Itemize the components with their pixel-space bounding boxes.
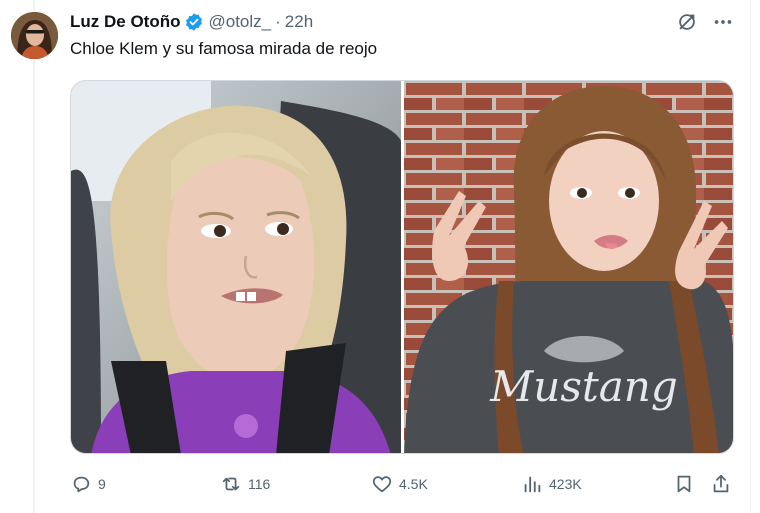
like-count: 4.5K	[399, 476, 428, 492]
repost-count: 116	[248, 476, 271, 492]
tweet[interactable]: Luz De Otoño @otolz_ · 22h Chloe Klem y …	[0, 0, 760, 513]
avatar-image	[11, 12, 58, 59]
reply-icon	[73, 476, 90, 493]
grok-icon[interactable]	[676, 11, 698, 33]
more-icon[interactable]	[712, 11, 734, 33]
media-grid: Mustang	[70, 80, 734, 454]
avatar[interactable]	[11, 12, 58, 59]
timestamp[interactable]: 22h	[285, 12, 313, 32]
verified-badge-icon	[186, 13, 203, 31]
repost-icon	[222, 477, 240, 491]
like-button[interactable]: 4.5K	[371, 472, 428, 496]
photo-left-image	[71, 81, 401, 453]
reply-count: 9	[98, 476, 106, 492]
sweatshirt-text: Mustang	[489, 362, 677, 411]
repost-button[interactable]: 116	[220, 472, 270, 496]
views-count: 423K	[549, 476, 582, 492]
tweet-top-actions	[676, 11, 734, 33]
action-bar: 9 116 4.5K 423K	[70, 472, 734, 496]
tweet-header: Luz De Otoño @otolz_ · 22h	[70, 10, 313, 34]
bookmark-button[interactable]	[673, 472, 695, 496]
bookmark-icon	[677, 475, 691, 493]
reply-button[interactable]: 9	[70, 472, 106, 496]
author-name[interactable]: Luz De Otoño	[70, 12, 180, 32]
share-button[interactable]	[710, 472, 732, 496]
heart-icon	[372, 476, 392, 493]
tweet-text: Chloe Klem y su famosa mirada de reojo	[70, 39, 378, 58]
share-icon	[713, 474, 729, 493]
photo-right-image: Mustang	[404, 81, 733, 453]
views-button[interactable]: 423K	[521, 472, 582, 496]
photo-left[interactable]	[71, 81, 402, 453]
photo-right[interactable]: Mustang	[402, 81, 733, 453]
author-handle[interactable]: @otolz_	[208, 12, 271, 32]
views-icon	[524, 476, 541, 493]
separator-dot: ·	[275, 12, 281, 31]
